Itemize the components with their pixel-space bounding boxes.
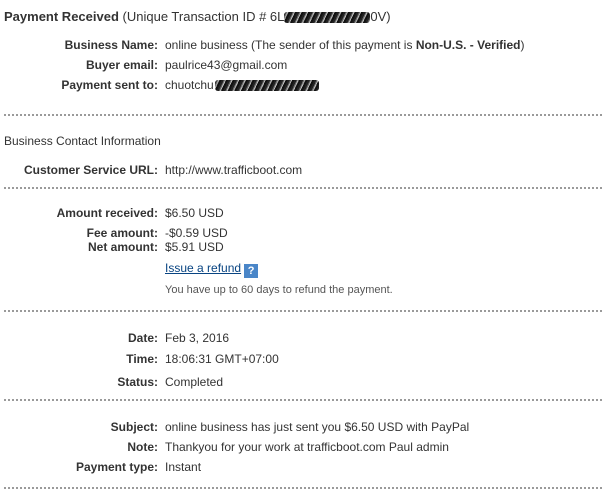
time-value: 18:06:31 GMT+07:00 (165, 352, 279, 366)
payment-type-label: Payment type: (75, 460, 158, 474)
buyer-email-value: paulrice43@gmail.com (165, 58, 288, 72)
refund-row: Issue a refund? (165, 261, 259, 278)
subject-label: Subject: (110, 420, 158, 434)
fee-amount-value: -$0.59 USD (165, 226, 228, 240)
amount-received-label: Amount received: (56, 206, 158, 220)
transaction-id-suffix: 0V) (370, 9, 391, 24)
customer-service-url-value: http://www.trafficboot.com (165, 163, 303, 177)
status-value: Completed (165, 375, 224, 389)
customer-service-url-label: Customer Service URL: (23, 163, 158, 177)
buyer-email-label: Buyer email: (85, 58, 158, 72)
redacted-recipient-email (214, 80, 319, 92)
page-header: Payment Received (Unique Transaction ID … (4, 9, 391, 24)
business-name-close: ) (520, 38, 525, 52)
page-title: Payment Received (4, 9, 119, 24)
transaction-id-prefix: (Unique Transaction ID # 6L (122, 9, 285, 24)
verification-status: Non-U.S. - Verified (415, 38, 521, 52)
fee-amount-label: Fee amount: (86, 226, 158, 240)
amount-received-value: $6.50 USD (165, 206, 224, 220)
payment-sent-to-value: chuotchu (165, 78, 319, 92)
time-label: Time: (126, 352, 158, 366)
business-name-label: Business Name: (64, 38, 158, 52)
date-value: Feb 3, 2016 (165, 331, 230, 345)
recipient-email-text: chuotchu (165, 78, 214, 92)
payment-sent-to-label: Payment sent to: (61, 78, 158, 92)
status-label: Status: (117, 375, 158, 389)
date-label: Date: (127, 331, 158, 345)
business-name-text: online business (The sender of this paym… (165, 38, 416, 52)
net-amount-label: Net amount: (88, 240, 158, 254)
business-name-value: online business (The sender of this paym… (165, 38, 525, 52)
contact-heading: Business Contact Information (4, 134, 161, 148)
separator (4, 399, 602, 401)
redacted-transaction-id (284, 12, 371, 24)
subject-value: online business has just sent you $6.50 … (165, 420, 470, 434)
separator (4, 114, 602, 116)
payment-type-value: Instant (165, 460, 202, 474)
note-label: Note: (127, 440, 158, 454)
separator (4, 487, 602, 489)
refund-note: You have up to 60 days to refund the pay… (165, 284, 393, 296)
separator (4, 310, 602, 312)
help-icon[interactable]: ? (244, 264, 259, 278)
net-amount-value: $5.91 USD (165, 240, 224, 254)
note-value: Thankyou for your work at trafficboot.co… (165, 440, 449, 454)
separator (4, 187, 602, 189)
issue-refund-link[interactable]: Issue a refund (165, 261, 241, 275)
